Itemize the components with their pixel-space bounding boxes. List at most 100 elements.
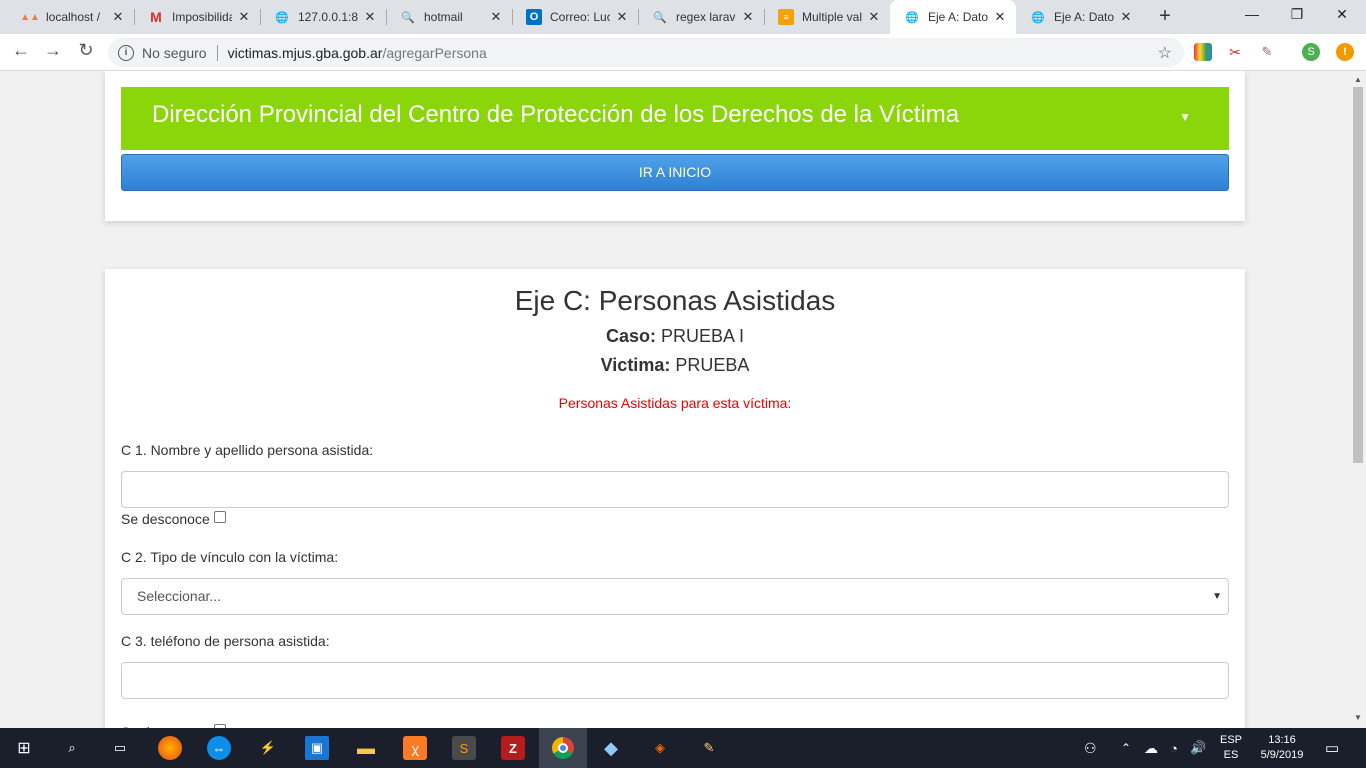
outlook-icon: O xyxy=(526,9,542,25)
clock[interactable]: 13:16 5/9/2019 xyxy=(1256,728,1308,768)
people-icon[interactable]: ⚇ xyxy=(1084,728,1097,768)
case-value: PRUEBA I xyxy=(661,326,745,346)
browser-toolbar: ← → ↻ i No seguro victimas.mjus.gba.gob.… xyxy=(0,34,1366,71)
divider xyxy=(216,44,218,61)
form-card: Eje C: Personas Asistidas Caso: PRUEBA I… xyxy=(105,269,1245,728)
task-view-icon[interactable]: ▭ xyxy=(108,736,132,760)
tab-eje-a-active[interactable]: 🌐 Eje A: Datos ✕ xyxy=(890,0,1016,34)
tab-regex[interactable]: 🔍 regex larave ✕ xyxy=(638,0,764,34)
clock-time: 13:16 xyxy=(1268,734,1296,746)
c2-relationship-select[interactable]: Seleccionar... ▼ xyxy=(121,578,1229,615)
tab-title: hotmail xyxy=(424,10,463,24)
security-label: No seguro xyxy=(142,44,207,61)
info-icon[interactable]: i xyxy=(118,44,134,61)
address-bar[interactable]: i No seguro victimas.mjus.gba.gob.ar /ag… xyxy=(108,38,1184,67)
firefox-icon[interactable] xyxy=(158,736,182,760)
c1-name-input[interactable] xyxy=(121,471,1229,508)
tab-hotmail[interactable]: 🔍 hotmail ✕ xyxy=(386,0,512,34)
network-app-icon[interactable]: ⚡ xyxy=(256,736,280,760)
close-tab-icon[interactable]: ✕ xyxy=(614,9,630,25)
profile-avatar[interactable]: S xyxy=(1302,43,1320,61)
victim-value: PRUEBA xyxy=(675,355,750,375)
filezilla-icon[interactable]: Z xyxy=(501,736,525,760)
scroll-down-icon[interactable]: ▼ xyxy=(1354,713,1362,722)
scissors-extension-icon[interactable]: ✂ xyxy=(1226,43,1244,61)
close-tab-icon[interactable]: ✕ xyxy=(236,9,252,25)
scrollbar[interactable]: ▲ ▼ xyxy=(1350,71,1366,728)
unknown-checkbox[interactable] xyxy=(213,511,226,523)
paint-extension-icon[interactable]: ✎ xyxy=(1258,43,1276,61)
volume-icon[interactable]: 🔊 xyxy=(1190,728,1206,768)
color-extension-icon[interactable] xyxy=(1194,43,1212,61)
c2-selected: Seleccionar... xyxy=(137,588,222,604)
close-tab-icon[interactable]: ✕ xyxy=(866,9,882,25)
c3-phone-input[interactable] xyxy=(121,662,1229,699)
close-tab-icon[interactable]: ✕ xyxy=(740,9,756,25)
tab-strip: ▲▲ localhost / ✕ M Imposibilida ✕ 🌐 127.… xyxy=(0,0,1366,34)
update-alert-icon[interactable]: ! xyxy=(1336,43,1354,61)
close-tab-icon[interactable]: ✕ xyxy=(1118,9,1134,25)
minimize-icon[interactable]: — xyxy=(1242,6,1262,22)
tab-local-ip[interactable]: 🌐 127.0.0.1:80 ✕ xyxy=(260,0,386,34)
tab-eje-a[interactable]: 🌐 Eje A: Datos ✕ xyxy=(1016,0,1142,34)
tab-title: regex larave xyxy=(676,10,736,24)
close-tab-icon[interactable]: ✕ xyxy=(110,9,126,25)
unknown-label: Se desconoce xyxy=(121,511,210,527)
git-icon[interactable]: ◈ xyxy=(648,736,672,760)
reload-icon[interactable]: ↻ xyxy=(74,40,98,61)
onedrive-cloud-icon[interactable]: ☁ xyxy=(1144,728,1158,768)
tab-stackoverflow[interactable]: ≡ Multiple val ✕ xyxy=(764,0,890,34)
file-explorer-icon[interactable]: ▬ xyxy=(354,736,378,760)
page-viewport: Dirección Provincial del Centro de Prote… xyxy=(0,71,1350,728)
close-window-icon[interactable]: ✕ xyxy=(1332,6,1352,23)
restore-icon[interactable]: ❐ xyxy=(1287,6,1307,23)
chrome-taskbar-button[interactable] xyxy=(539,728,587,768)
teamviewer-icon[interactable]: ⇔ xyxy=(207,736,231,760)
language-indicator[interactable]: ESP ES xyxy=(1220,728,1242,768)
windows-taskbar: ⊞ ⌕ ▭ ⇔ ⚡ ▣ ▬ ꭓ S Z ◆ ◈ ✎ ⚇ ⌃ ☁ ◔ 🔊 ESP … xyxy=(0,728,1366,768)
close-tab-icon[interactable]: ✕ xyxy=(488,9,504,25)
close-tab-icon[interactable]: ✕ xyxy=(362,9,378,25)
app-window-icon[interactable]: ▣ xyxy=(305,736,329,760)
header-title: Dirección Provincial del Centro de Prote… xyxy=(152,101,960,128)
bookmark-star-icon[interactable]: ☆ xyxy=(1158,43,1172,63)
wifi-icon[interactable]: ◔ xyxy=(1170,728,1178,768)
tab-gmail[interactable]: M Imposibilida ✕ xyxy=(134,0,260,34)
notifications-icon[interactable]: ▭ xyxy=(1325,728,1339,768)
header-card: Dirección Provincial del Centro de Prote… xyxy=(105,71,1245,221)
new-tab-button[interactable]: + xyxy=(1155,5,1175,28)
header-banner: Dirección Provincial del Centro de Prote… xyxy=(121,87,1229,150)
search-icon[interactable]: ⌕ xyxy=(60,736,84,760)
c2-label: C 2. Tipo de vínculo con la víctima: xyxy=(121,549,339,565)
scroll-thumb[interactable] xyxy=(1353,87,1363,463)
globe-icon: 🌐 xyxy=(275,11,289,24)
tab-localhost[interactable]: ▲▲ localhost / ✕ xyxy=(8,0,134,34)
caret-down-icon[interactable]: ▼ xyxy=(1179,89,1191,145)
c3-label: C 3. teléfono de persona asistida: xyxy=(121,633,330,649)
tab-title: Eje A: Datos xyxy=(928,10,988,24)
back-icon[interactable]: ← xyxy=(9,40,33,61)
tray-overflow-icon[interactable]: ⌃ xyxy=(1121,728,1131,768)
scroll-up-icon[interactable]: ▲ xyxy=(1354,75,1362,84)
victim-line: Victima: PRUEBA xyxy=(105,355,1245,376)
forward-icon[interactable]: → xyxy=(41,40,65,61)
paint-app-icon[interactable]: ✎ xyxy=(697,736,721,760)
language-bottom: ES xyxy=(1223,749,1239,761)
close-tab-icon[interactable]: ✕ xyxy=(992,9,1008,25)
search-icon: 🔍 xyxy=(653,11,667,24)
url-host: victimas.mjus.gba.gob.ar xyxy=(227,44,383,61)
language-top: ESP xyxy=(1220,734,1243,746)
gmail-icon: M xyxy=(150,9,162,25)
home-button[interactable]: IR A INICIO xyxy=(121,154,1229,191)
case-line: Caso: PRUEBA I xyxy=(105,326,1245,347)
notebook-app-icon[interactable]: ◆ xyxy=(599,736,623,760)
windows-start-icon[interactable]: ⊞ xyxy=(12,736,36,760)
tab-title: Multiple val xyxy=(802,10,862,24)
tab-outlook[interactable]: O Correo: Luci ✕ xyxy=(512,0,638,34)
xampp-icon[interactable]: ꭓ xyxy=(403,736,427,760)
dropdown-arrow-icon: ▼ xyxy=(1212,591,1222,602)
tab-title: Eje A: Datos xyxy=(1054,10,1114,24)
url-path: /agregarPersona xyxy=(382,44,487,61)
sublime-text-icon[interactable]: S xyxy=(452,736,476,760)
search-icon: 🔍 xyxy=(401,11,415,24)
